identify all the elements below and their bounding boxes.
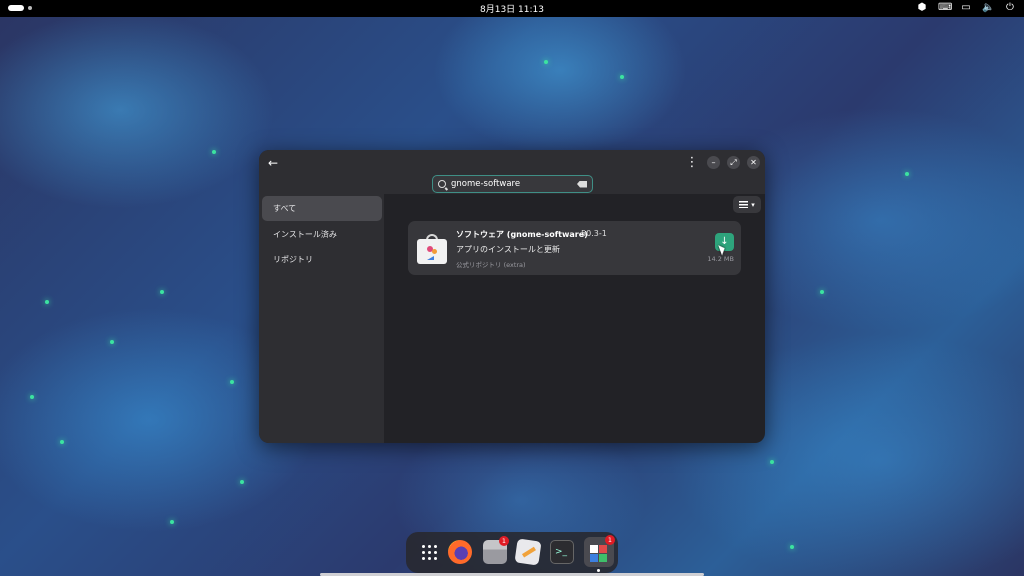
search-icon [438,180,446,188]
view-mode-button[interactable]: ▾ [733,196,761,213]
search-value[interactable]: gnome-software [451,179,577,189]
app-result-row[interactable]: ソフトウェア (gnome-software) 50.3-1 アプリのインストー… [408,221,741,275]
files-icon[interactable]: 1 [483,536,509,564]
maximize-icon: ⤢ [730,158,737,167]
privacy-indicator-icon[interactable]: ⬢ [916,2,928,13]
system-tray[interactable]: ⬢ ⌨ ▭ 🔈 ⏻ [916,2,1016,13]
back-arrow-icon: ← [267,156,279,170]
minimize-icon: – [711,158,716,167]
app-description: アプリのインストールと更新 [456,245,560,254]
sidebar-item-installed[interactable]: インストール済み [262,222,382,247]
app-name: ソフトウェア (gnome-software) [456,230,588,239]
kebab-menu-icon: ⋮ [685,155,699,170]
close-icon: ✕ [750,158,757,167]
sidebar-item-label: リポジトリ [273,255,313,264]
apps-grid-icon[interactable] [417,540,441,564]
files-notification-badge: 1 [499,536,509,546]
clear-search-icon[interactable] [577,180,587,188]
search-results: ▾ ソフトウェア (gnome-software) 50.3-1 アプリのインス… [384,194,765,443]
sidebar-item-repositories[interactable]: リポジトリ [262,247,382,272]
power-icon[interactable]: ⏻ [1004,2,1016,13]
app-version: 50.3-1 [581,229,607,238]
maximize-button[interactable]: ⤢ [727,156,740,169]
terminal-icon[interactable]: >_ [550,540,574,564]
software-window: ← ⋮ – ⤢ ✕ gnome-software すべて インストール済み リポ… [259,150,765,443]
sidebar-item-label: すべて [273,204,297,213]
app-size: 14.2 MB [707,255,734,263]
close-button[interactable]: ✕ [747,156,760,169]
volume-icon[interactable]: 🔈 [982,2,994,13]
firefox-icon[interactable] [448,540,472,564]
software-icon[interactable]: 1 [584,535,615,567]
search-input[interactable]: gnome-software [432,175,593,193]
main-menu-button[interactable]: ⋮ [685,155,699,171]
sidebar-item-label: インストール済み [273,230,337,239]
text-editor-icon[interactable] [514,538,542,566]
app-source: 公式リポジトリ (extra) [456,261,526,269]
keyboard-icon[interactable]: ⌨ [938,2,952,13]
sidebar: すべて インストール済み リポジトリ [259,194,384,443]
clock[interactable]: 8月13日 11:13 [0,2,1024,15]
header-bar: ← ⋮ – ⤢ ✕ gnome-software [259,150,765,194]
list-view-icon [739,201,749,208]
running-indicator [597,569,600,572]
software-notification-badge: 1 [605,535,615,545]
chevron-down-icon: ▾ [751,200,755,209]
back-button[interactable]: ← [265,155,281,171]
minimize-button[interactable]: – [707,156,720,169]
software-app-icon [417,234,447,264]
sidebar-item-all[interactable]: すべて [262,196,382,221]
display-icon[interactable]: ▭ [960,2,972,13]
top-bar: 8月13日 11:13 ⬢ ⌨ ▭ 🔈 ⏻ [0,0,1024,17]
dock: 1 >_ 1 [406,532,618,573]
